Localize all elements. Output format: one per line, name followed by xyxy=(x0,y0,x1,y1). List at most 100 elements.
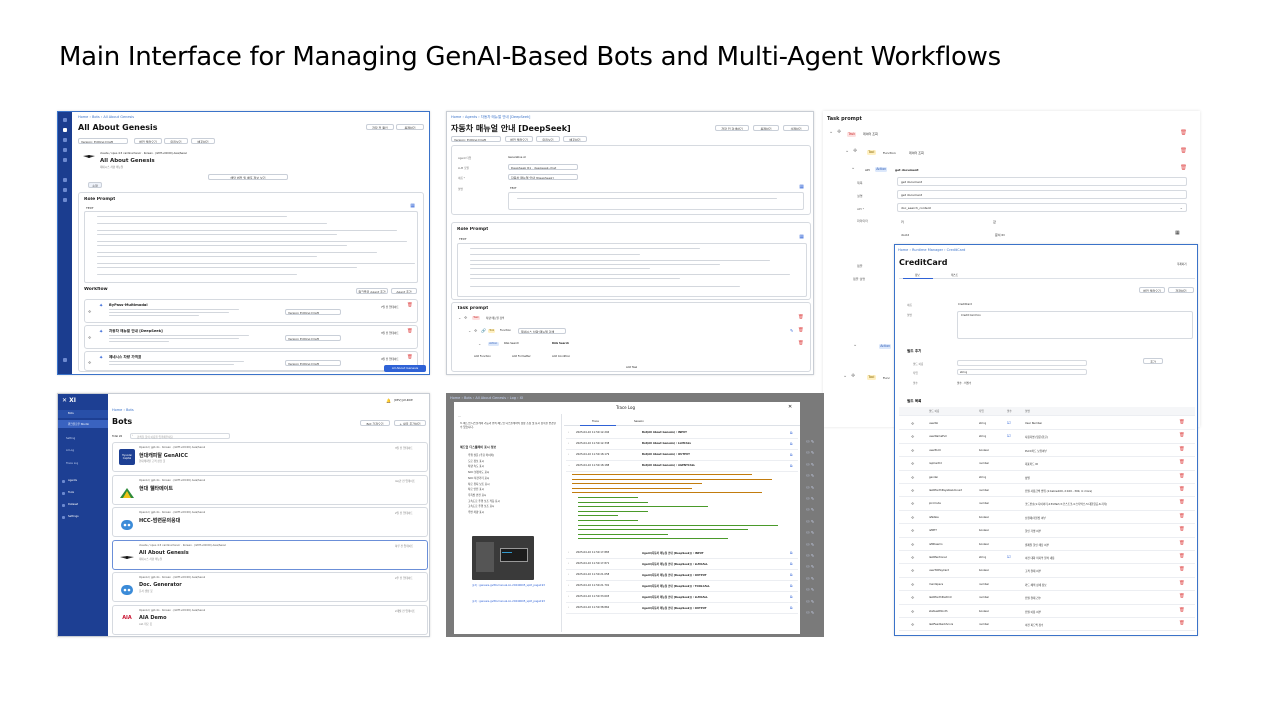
add-condition-link[interactable]: Add Condition xyxy=(552,355,570,358)
chevron-down-icon[interactable]: ⌄ xyxy=(468,328,471,333)
trace-row[interactable]: › 2025-04-10 11:50:17.883 Agent(자동차 매뉴얼 안내… xyxy=(566,548,798,559)
breadcrumb[interactable]: Home › Bots › All About Genesis xyxy=(78,115,134,119)
field-name-input[interactable] xyxy=(957,360,1087,366)
trace-row[interactable]: › 2025-04-10 11:50:38.862 Agent(자동차 매뉴얼 안내… xyxy=(566,603,798,614)
required-checkbox[interactable]: ☑ xyxy=(1007,420,1011,425)
drag-handle-icon[interactable]: ✥ xyxy=(911,528,914,533)
trace-row[interactable]: › 2025-04-10 11:50:21.058 Agent(자동차 매뉴얼 안내… xyxy=(566,570,798,581)
delete-icon[interactable]: 🗑 xyxy=(1180,165,1187,171)
user-avatar-icon[interactable]: ⚇ ✎ xyxy=(806,610,814,615)
tab-trace[interactable]: Trace xyxy=(592,420,599,423)
delete-icon[interactable]: 🗑 xyxy=(1179,420,1185,425)
desc-editor[interactable]: Credit Card tool xyxy=(957,311,1193,339)
drag-handle-icon[interactable]: ✥ xyxy=(911,448,914,453)
copy-icon[interactable]: ⧉ xyxy=(790,595,793,600)
delete-icon[interactable]: 🗑 xyxy=(1179,460,1185,465)
menu-icon[interactable]: … xyxy=(458,415,461,418)
drag-handle-icon[interactable]: ✥ xyxy=(911,515,914,520)
delete-icon[interactable]: 🗑 xyxy=(1179,554,1185,559)
tab-load-version[interactable]: 버전 불러오기 xyxy=(134,138,162,144)
tab-session[interactable]: Session xyxy=(634,420,644,423)
trace-row[interactable]: › 2025-04-10 11:50:21.701 Agent(자동차 매뉴얼 안내… xyxy=(566,581,798,592)
add-function-link[interactable]: Add Function xyxy=(474,355,491,358)
title-input[interactable]: get document xyxy=(897,177,1187,186)
user-avatar-icon[interactable]: ⚇ ✎ xyxy=(806,553,814,558)
close-icon[interactable]: ✕ xyxy=(788,404,792,410)
required-radio[interactable]: 필수 · 비필수 xyxy=(957,381,971,385)
bot-card[interactable]: OpenAI / gpt-4o · Korean · (GMT+09:00) A… xyxy=(112,474,428,505)
bot-card[interactable]: OpenAI / gpt-4o · Korean · (GMT+09:00) A… xyxy=(112,572,428,602)
desc-input[interactable]: get document xyxy=(897,190,1187,199)
expand-icon[interactable]: ⌄ xyxy=(568,464,570,467)
user-avatar-icon[interactable]: ⚇ ✎ xyxy=(806,530,814,535)
trace-row[interactable]: › 2025-04-10 11:50:33.603 Agent(자동차 매뉴얼 안내… xyxy=(566,592,798,603)
delete-icon[interactable]: 🗑 xyxy=(1179,433,1185,438)
nav-workflow-studio[interactable]: 워크플로우 Studio xyxy=(68,422,89,426)
edit-icon[interactable]: ✎ xyxy=(790,328,793,333)
user-avatar-icon[interactable]: ⚇ ✎ xyxy=(806,587,814,592)
nav-settings[interactable]: Settings xyxy=(68,515,79,518)
delete-icon[interactable]: 🗑 xyxy=(1179,487,1185,492)
desc-editor[interactable] xyxy=(508,192,804,210)
breadcrumb[interactable]: Home › Bots › All About Genesis › Log › … xyxy=(450,396,523,400)
drag-handle-icon[interactable]: ✥ xyxy=(88,335,91,340)
expand-icon[interactable]: › xyxy=(568,442,569,445)
calendar-icon[interactable]: ▦ xyxy=(799,235,804,240)
drag-handle-icon[interactable]: ✥ xyxy=(464,315,467,320)
breadcrumb[interactable]: Home › Bots xyxy=(112,408,134,412)
bot-card[interactable]: Hyundai Capital OpenAI / gpt-4o · Korean … xyxy=(112,442,428,472)
expand-icon[interactable]: › xyxy=(568,595,569,598)
delete-icon[interactable]: 🗑 xyxy=(1179,567,1185,572)
drag-handle-icon[interactable]: ✥ xyxy=(911,595,914,600)
drag-handle-icon[interactable]: ✥ xyxy=(911,622,914,627)
expand-icon[interactable]: › xyxy=(568,573,569,576)
nav-bots[interactable]: Bots xyxy=(68,412,74,415)
expand-icon[interactable]: › xyxy=(568,453,569,456)
add-task-link[interactable]: Add Task xyxy=(626,366,637,369)
chevron-down-icon[interactable]: ⌄ xyxy=(458,315,461,320)
bot-card[interactable]: AIA OpenAI / gpt-4o · Korean · (GMT+09:00… xyxy=(112,604,428,635)
edit-button[interactable]: 수정 xyxy=(88,182,102,188)
source-link[interactable]: 출처 : genesis-gv80-manual-ko-20240605_spl… xyxy=(472,584,558,587)
duplicate-button[interactable]: 복제하기 xyxy=(753,125,779,131)
role-prompt-editor[interactable] xyxy=(84,211,418,283)
agent-version-select[interactable]: Version Editing Draft xyxy=(285,335,341,341)
drag-handle-icon[interactable]: ✥ xyxy=(911,501,914,506)
drag-handle-icon[interactable]: ✥ xyxy=(851,374,855,379)
calendar-icon[interactable]: ▦ xyxy=(799,185,804,190)
drag-handle-icon[interactable]: ✥ xyxy=(911,609,914,614)
copy-icon[interactable]: ⧉ xyxy=(790,453,793,458)
agent-card[interactable]: ✥ ✦ ByPass-Multimodal Version Editing Dr… xyxy=(84,299,418,323)
user-avatar-icon[interactable]: ⚇ ✎ xyxy=(806,564,814,569)
bell-icon[interactable]: 🔔 xyxy=(386,398,391,403)
save-button[interactable]: 저장하기 xyxy=(1168,287,1194,293)
expand-icon[interactable]: › xyxy=(568,562,569,565)
tab-test[interactable]: 테스트 xyxy=(951,273,958,277)
expand-icon[interactable]: › xyxy=(568,431,569,434)
nav-ai-log[interactable]: AI Log xyxy=(66,449,74,452)
drag-handle-icon[interactable]: ✥ xyxy=(88,309,91,314)
user-avatar-icon[interactable]: ⚇ ✎ xyxy=(806,542,814,547)
user-avatar-icon[interactable]: ⚇ ✎ xyxy=(806,473,814,478)
trace-row[interactable]: › 2025-04-10 11:50:17.871 Agent(자동차 매뉴얼 안내… xyxy=(566,559,798,570)
breadcrumb[interactable]: Home › Agents › 자동차 매뉴얼 안내 [DeepSeek] xyxy=(451,115,530,120)
user-avatar-icon[interactable]: ⚇ ✎ xyxy=(806,439,814,444)
copy-icon[interactable]: ⧉ xyxy=(790,464,793,469)
add-formatter-link[interactable]: Add Formatter xyxy=(512,355,531,358)
delete-icon[interactable]: 🗑 xyxy=(1179,608,1185,613)
type-select[interactable]: string xyxy=(957,369,1087,375)
agent-version-select[interactable]: Version Editing Draft xyxy=(285,309,341,315)
delete-icon[interactable]: 🗑 xyxy=(1179,581,1185,586)
trace-row[interactable]: › 2025-04-10 11:50:12.338 Bot(All About Ge… xyxy=(566,439,798,450)
delete-button[interactable]: 삭제하기 xyxy=(783,125,809,131)
chevron-down-icon[interactable]: ⌄ xyxy=(845,149,849,154)
search-save-button[interactable]: 저장 전 검색하기 xyxy=(715,125,749,131)
user-avatar-icon[interactable]: ⚇ ✎ xyxy=(806,450,814,455)
copy-icon[interactable]: ⧉ xyxy=(790,573,793,578)
copy-icon[interactable]: ⧉ xyxy=(790,551,793,556)
trace-row[interactable]: ⌄ 2025-04-10 11:50:18.188 Bot(All About Ge… xyxy=(566,461,798,472)
version-info-button[interactable]: 해당 버전 및 배포 정보 보기 xyxy=(208,174,288,180)
name-input[interactable]: 자동차 매뉴얼 안내 [DeepSeek] xyxy=(508,174,578,180)
nav-agents[interactable]: Agents xyxy=(68,479,77,482)
tool-select[interactable]: 제네시스 차량 매뉴얼 검색 xyxy=(518,328,566,334)
